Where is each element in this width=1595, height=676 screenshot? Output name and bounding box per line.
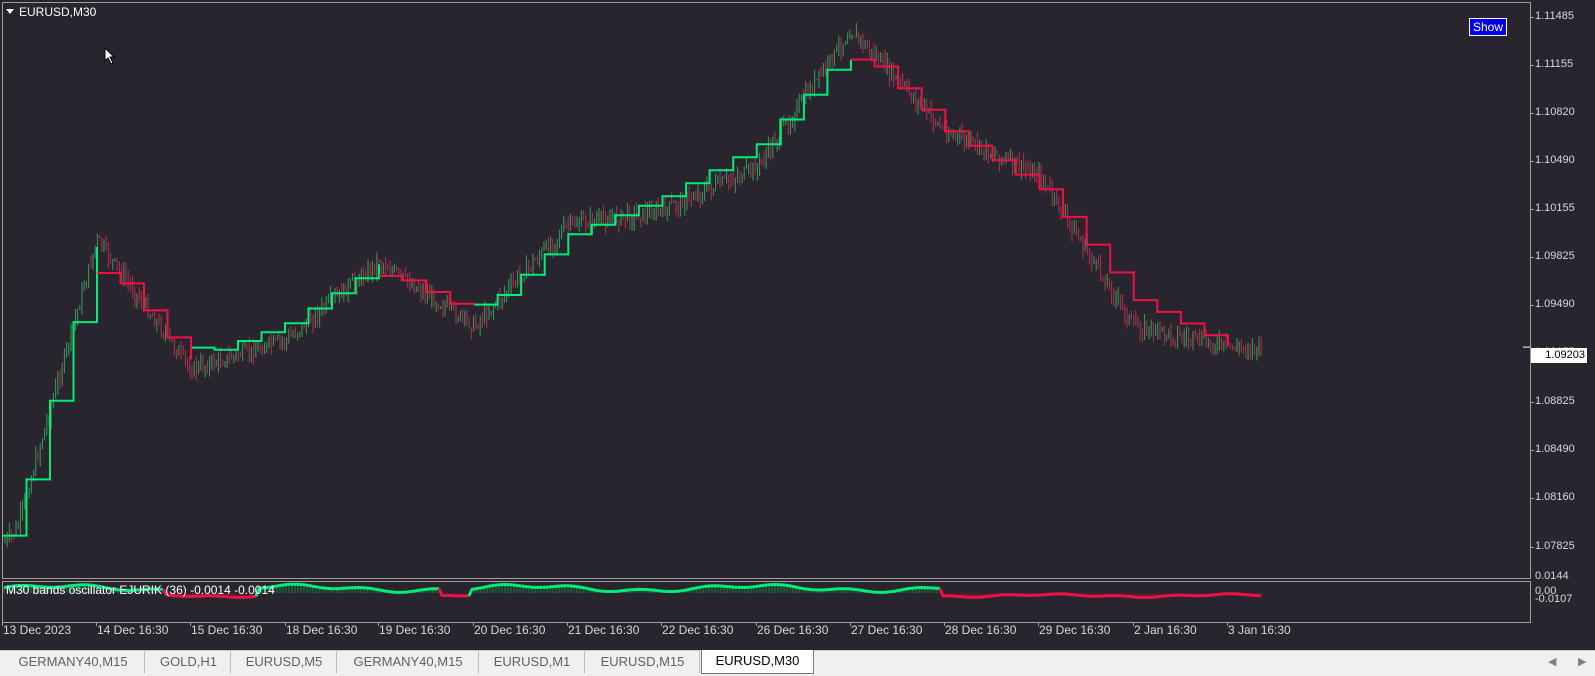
- price-label: 1.08490: [1535, 443, 1575, 455]
- time-label: 2 Jan 16:30: [1134, 623, 1197, 637]
- price-chart-pane[interactable]: [2, 2, 1531, 579]
- price-tick: [1530, 257, 1534, 258]
- oscillator-title: M30 bands oscillator EJURIK (36) -0.0014…: [6, 583, 275, 597]
- price-tick: [1530, 17, 1534, 18]
- time-label: 20 Dec 16:30: [474, 623, 546, 637]
- oscillator-axis-label: 0.0144: [1535, 570, 1569, 582]
- price-label: 1.10155: [1535, 202, 1575, 214]
- price-tick: [1530, 498, 1534, 499]
- time-label: 22 Dec 16:30: [662, 623, 734, 637]
- tab-eurusd-m15[interactable]: EURUSD,M15: [586, 651, 700, 673]
- oscillator-axis-label: -0.0107: [1535, 593, 1573, 605]
- price-tick: [1530, 113, 1534, 114]
- time-label: 21 Dec 16:30: [568, 623, 640, 637]
- bull-band-line: [191, 264, 380, 351]
- time-label: 14 Dec 16:30: [97, 623, 169, 637]
- time-label: 3 Jan 16:30: [1228, 623, 1291, 637]
- price-label: 1.09825: [1535, 250, 1575, 262]
- bear-band-line: [379, 274, 475, 305]
- show-button[interactable]: Show: [1469, 18, 1507, 36]
- tab-eurusd-m5[interactable]: EURUSD,M5: [232, 651, 337, 673]
- time-label: 28 Dec 16:30: [945, 623, 1017, 637]
- tab-germany40-m15[interactable]: GERMANY40,M15: [338, 651, 479, 673]
- time-label: 29 Dec 16:30: [1039, 623, 1111, 637]
- price-label: 1.09490: [1535, 298, 1575, 310]
- price-tick: [1530, 209, 1534, 210]
- tab-eurusd-m30[interactable]: EURUSD,M30: [701, 650, 814, 674]
- price-tick: [1530, 450, 1534, 451]
- price-chart-svg: [3, 23, 1530, 548]
- time-label: 18 Dec 16:30: [286, 623, 358, 637]
- price-label: 1.11485: [1535, 10, 1574, 22]
- oscillator-bear-line: [437, 588, 470, 598]
- price-tick: [1530, 161, 1534, 162]
- tab-germany40-m15[interactable]: GERMANY40,M15: [2, 651, 145, 673]
- oscillator-bull-line: [467, 582, 941, 597]
- price-label: 1.10490: [1535, 154, 1575, 166]
- price-label: 1.11155: [1535, 58, 1574, 70]
- tab-eurusd-m1[interactable]: EURUSD,M1: [480, 651, 585, 673]
- price-label: 1.08825: [1535, 395, 1575, 407]
- price-tick: [1530, 547, 1534, 548]
- bear-band-line: [851, 58, 1229, 347]
- price-tick: [1530, 305, 1534, 306]
- time-label: 13 Dec 2023: [3, 623, 72, 637]
- chart-window[interactable]: EURUSD,M30 Show 1.11485 1.11155 1.10820 1.1…: [0, 0, 1595, 650]
- bear-band-line: [97, 272, 192, 360]
- price-label: 1.10820: [1535, 106, 1575, 118]
- price-label: 1.08160: [1535, 491, 1575, 503]
- tab-gold-h1[interactable]: GOLD,H1: [147, 651, 231, 673]
- price-tick: [1530, 65, 1534, 66]
- price-tick: [1530, 402, 1534, 403]
- chevron-right-icon[interactable]: ▶: [1578, 655, 1586, 668]
- symbol-title-text: EURUSD,M30: [19, 5, 97, 19]
- arrow-cursor-icon: [104, 47, 116, 65]
- time-label: 26 Dec 16:30: [757, 623, 829, 637]
- time-label: 19 Dec 16:30: [379, 623, 451, 637]
- bull-band-line: [3, 247, 98, 537]
- triangle-down-icon: [6, 9, 14, 14]
- time-label: 27 Dec 16:30: [851, 623, 923, 637]
- chevron-left-icon[interactable]: ◀: [1548, 655, 1556, 668]
- time-label: 15 Dec 16:30: [191, 623, 263, 637]
- price-label: 1.07825: [1535, 540, 1575, 552]
- current-price-tag: 1.09203: [1531, 348, 1587, 363]
- symbol-title[interactable]: EURUSD,M30: [6, 5, 96, 19]
- chart-tab-bar: GERMANY40,M15 GOLD,H1 EURUSD,M5 GERMANY40,M…: [0, 650, 1595, 676]
